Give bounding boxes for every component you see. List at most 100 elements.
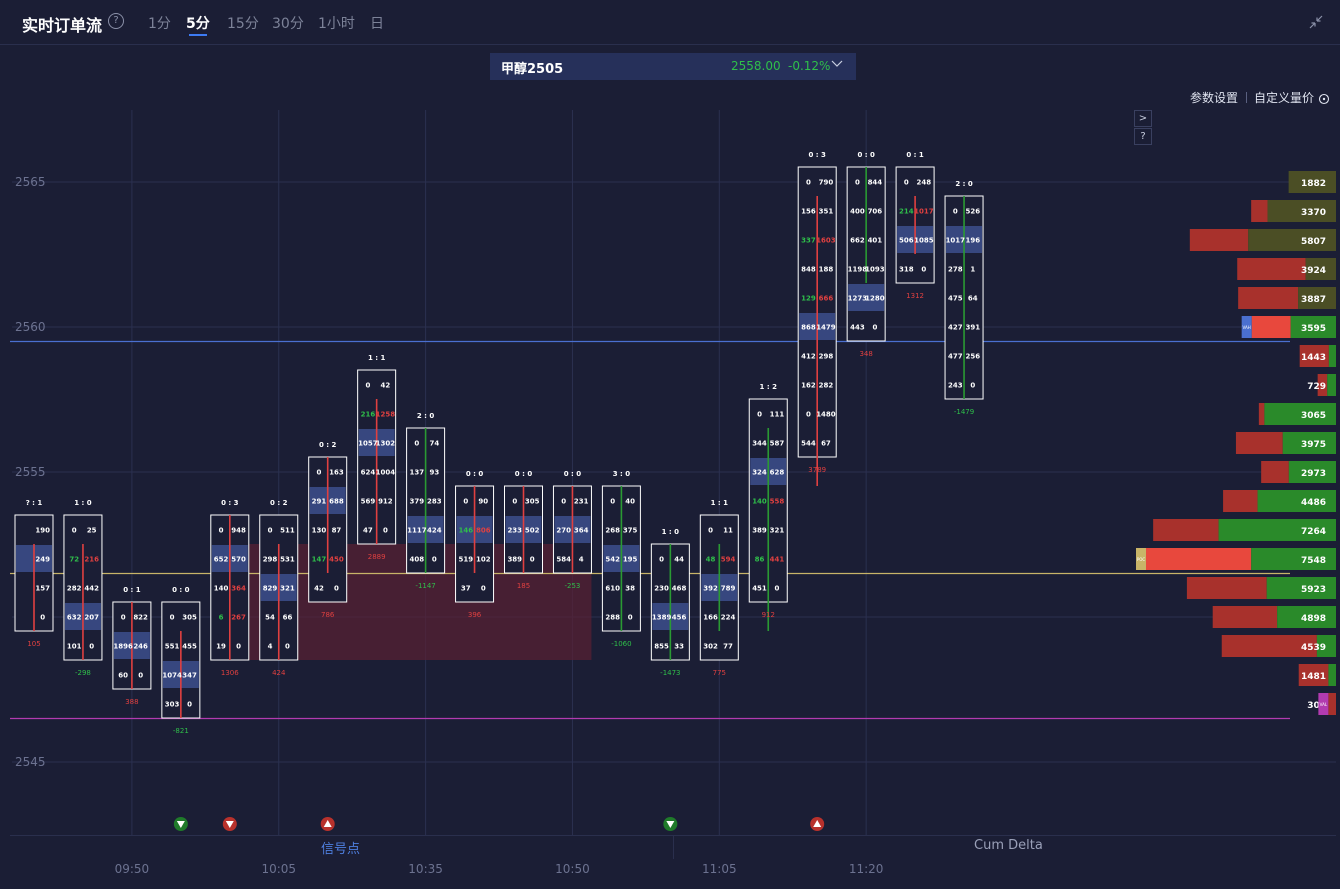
bid-volume: 427	[948, 324, 963, 332]
ask-volume: 0	[138, 672, 143, 680]
profile-total: 3370	[1301, 208, 1326, 218]
time-tick-label: 11:05	[702, 862, 737, 876]
ask-volume: 207	[84, 614, 99, 622]
profile-sell-bar	[1153, 519, 1219, 541]
ask-volume: 0	[530, 556, 535, 564]
ask-volume: 806	[476, 527, 491, 535]
bid-volume: 162	[801, 382, 816, 390]
ask-volume: 102	[476, 556, 491, 564]
ask-volume: 0	[775, 585, 780, 593]
bar-ratio: 3 : 0	[613, 470, 631, 478]
ask-volume: 90	[478, 498, 488, 506]
ask-volume: 40	[625, 498, 635, 506]
bar-delta: 185	[517, 582, 530, 590]
ask-volume: 33	[674, 643, 684, 651]
bar-ratio: 0 : 3	[808, 151, 826, 159]
ask-volume: 1017	[914, 208, 934, 216]
bid-volume: 0	[708, 527, 713, 535]
bid-volume: 147	[312, 556, 327, 564]
ask-volume: 0	[628, 614, 633, 622]
ask-volume: 391	[965, 324, 980, 332]
bar-ratio: 0 : 2	[319, 441, 337, 449]
bid-volume: 6	[219, 614, 224, 622]
bid-volume: 0	[365, 382, 370, 390]
cum-delta-label[interactable]: Cum Delta	[974, 838, 1043, 853]
bid-volume: 551	[165, 643, 180, 651]
bid-volume: 624	[361, 469, 376, 477]
bid-volume: 298	[263, 556, 278, 564]
bar-ratio: 0 : 0	[515, 470, 533, 478]
bar-ratio: 0 : 0	[466, 470, 484, 478]
bid-volume: 0	[219, 527, 224, 535]
ask-volume: 1480	[816, 411, 836, 419]
ask-volume: 1004	[376, 469, 396, 477]
bar-delta: 775	[713, 669, 726, 677]
ask-volume: 351	[819, 208, 834, 216]
ask-volume: 706	[868, 208, 883, 216]
bid-volume: 0	[953, 208, 958, 216]
signal-label[interactable]: 信号点	[321, 838, 360, 857]
ask-volume: 666	[819, 295, 834, 303]
bid-volume: 0	[317, 469, 322, 477]
ask-volume: 0	[187, 701, 192, 709]
bar-delta: -298	[75, 669, 91, 677]
bid-volume: 288	[605, 614, 620, 622]
profile-sell-bar	[1235, 432, 1283, 454]
profile-sell-bar	[1261, 461, 1289, 483]
profile-sell-bar	[1223, 490, 1258, 512]
bid-volume: 0	[757, 411, 762, 419]
ask-volume: 283	[427, 498, 442, 506]
bar-delta: 1306	[221, 669, 239, 677]
price-tick-label: 2565	[15, 175, 46, 189]
ask-volume: 256	[965, 353, 980, 361]
bid-volume: 0	[659, 556, 664, 564]
bid-volume: 379	[410, 498, 425, 506]
ask-volume: 321	[770, 527, 785, 535]
profile-marker-label: VAH	[1243, 325, 1251, 330]
bottom-divider	[673, 835, 674, 859]
ask-volume: 1603	[816, 237, 836, 245]
bid-volume: 4	[268, 643, 273, 651]
ask-volume: 442	[84, 585, 99, 593]
bar-delta: -1147	[415, 582, 435, 590]
bid-volume: 216	[361, 411, 376, 419]
bar-delta: 396	[468, 611, 482, 619]
time-tick-label: 09:50	[115, 862, 150, 876]
profile-total: 3595	[1301, 324, 1326, 334]
ask-volume: 74	[429, 440, 439, 448]
profile-total: 3065	[1301, 411, 1326, 421]
ask-volume: 11	[723, 527, 733, 535]
bid-volume: 54	[265, 614, 275, 622]
ask-volume: 248	[917, 179, 932, 187]
ask-volume: 502	[525, 527, 540, 535]
bid-volume: 0	[855, 179, 860, 187]
bid-volume: 156	[801, 208, 816, 216]
profile-total: 1882	[1301, 179, 1326, 189]
bar-delta: 388	[125, 698, 138, 706]
bar-ratio: 1 : 2	[760, 383, 778, 391]
ask-volume: 157	[35, 585, 50, 593]
ask-volume: 456	[672, 614, 687, 622]
ask-volume: 67	[821, 440, 831, 448]
bid-volume: 389	[507, 556, 522, 564]
bar-delta: -1060	[611, 640, 631, 648]
ask-volume: 188	[819, 266, 834, 274]
ask-volume: 1258	[376, 411, 396, 419]
time-tick-label: 10:50	[555, 862, 590, 876]
ask-volume: 844	[868, 179, 883, 187]
bid-volume: 0	[463, 498, 468, 506]
ask-volume: 1302	[376, 440, 396, 448]
profile-sell-bar	[1328, 693, 1336, 715]
ask-volume: 0	[40, 614, 45, 622]
bid-volume: 324	[752, 469, 767, 477]
ask-volume: 594	[721, 556, 736, 564]
ask-volume: 216	[84, 556, 99, 564]
profile-total: 729	[1307, 382, 1326, 392]
ask-volume: 948	[231, 527, 246, 535]
profile-sell-bar	[1251, 316, 1291, 338]
profile-buy-bar	[1328, 345, 1336, 367]
bid-volume: 48	[706, 556, 716, 564]
profile-total: 4898	[1301, 614, 1326, 624]
ask-volume: 298	[819, 353, 834, 361]
ask-volume: 195	[623, 556, 638, 564]
